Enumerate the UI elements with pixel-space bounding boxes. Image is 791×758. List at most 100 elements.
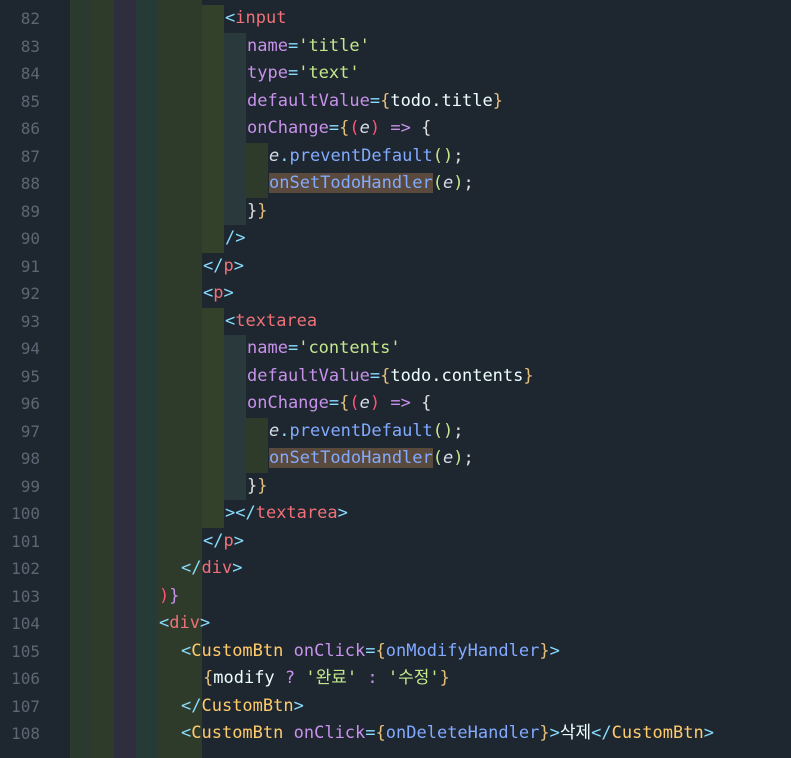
code-text: name='contents': [247, 338, 401, 358]
indent-guide-10: [246, 445, 268, 473]
indent-guide-8: [202, 197, 224, 225]
line-number: 100: [11, 504, 40, 523]
line-number: 104: [11, 614, 40, 633]
line-number: 106: [11, 669, 40, 688]
code-line: 102 </div>: [0, 555, 791, 583]
indent-guide-8: [202, 417, 224, 445]
code-lines: 82 <input 83 name='title' 84 type='text'…: [0, 0, 791, 758]
line-number: 96: [20, 394, 40, 413]
line-number: 84: [20, 64, 40, 83]
line-number: 93: [20, 311, 40, 331]
indent-guide-8: [202, 115, 224, 143]
indent-guide-10: [246, 142, 268, 170]
code-line: 93 <textarea: [0, 307, 791, 335]
indent-guide-8: [202, 142, 224, 170]
indent-guide-8: [202, 445, 224, 473]
code-text: onChange={(e) => {: [247, 118, 432, 138]
code-text: <input: [225, 8, 287, 28]
indent-guide-9: [224, 142, 246, 170]
code-text: </CustomBtn>: [181, 695, 304, 716]
line-number: 97: [20, 421, 40, 441]
code-editor[interactable]: 82 <input 83 name='title' 84 type='text'…: [0, 0, 791, 758]
indent-guide-9: [224, 115, 246, 143]
line-number: 87: [20, 146, 40, 166]
indent-guide-8: [202, 170, 224, 198]
line-number: 85: [20, 91, 40, 111]
indent-guide-9: [224, 32, 246, 60]
indent-guide-9: [224, 197, 246, 225]
code-line: 108 <CustomBtn onClick={onDeleteHandler}…: [0, 720, 791, 748]
code-line: 89 }}: [0, 197, 791, 225]
code-line: 82 <input: [0, 5, 791, 33]
indent-guide-8: [202, 472, 224, 500]
indent-guide-9: [224, 362, 246, 390]
line-number: 88: [20, 174, 40, 193]
code-text: onChange={(e) => {: [247, 393, 432, 413]
code-line: 94 name='contents': [0, 335, 791, 363]
code-text: {modify ? '완료' : '수정'}: [203, 668, 450, 688]
code-text: </div>: [181, 558, 243, 578]
code-text: defaultValue={todo.contents}: [247, 365, 534, 386]
indent-guide-9: [224, 417, 246, 445]
code-text: e.preventDefault();: [269, 420, 464, 441]
code-text: onSetTodoHandler(e);: [269, 173, 474, 193]
code-line: 101 </p>: [0, 528, 791, 556]
line-number: 91: [20, 256, 40, 276]
indent-guide-9: [224, 390, 246, 418]
code-text: <p>: [203, 283, 234, 303]
code-line: 95 defaultValue={todo.contents}: [0, 362, 791, 390]
indent-guide-9: [224, 335, 246, 363]
code-text: </p>: [203, 255, 244, 276]
code-text: }}: [247, 475, 268, 496]
code-line: 85 defaultValue={todo.title}: [0, 87, 791, 115]
line-number: 99: [20, 476, 40, 496]
code-line: 97 e.preventDefault();: [0, 417, 791, 445]
line-number: 103: [11, 586, 40, 606]
code-text: />: [225, 228, 246, 248]
code-line: 105 <CustomBtn onClick={onModifyHandler}…: [0, 638, 791, 666]
indent-guide-7: [202, 5, 224, 33]
code-line: 83 name='title': [0, 32, 791, 60]
code-text: e.preventDefault();: [269, 145, 464, 166]
line-number: 107: [11, 696, 40, 716]
code-line: 91 </p>: [0, 253, 791, 281]
code-text: }}: [247, 200, 268, 221]
line-number: 83: [20, 36, 40, 56]
code-text: name='title': [247, 35, 370, 56]
indent-guide-8: [202, 335, 224, 363]
indent-guide-8: [202, 87, 224, 115]
search-highlight: onSetTodoHandler: [269, 448, 433, 468]
code-text: <CustomBtn onClick={onDeleteHandler}>삭제<…: [181, 723, 714, 743]
code-line: 92 <p>: [0, 280, 791, 308]
code-line: 99 }}: [0, 472, 791, 500]
code-text: <textarea: [225, 310, 318, 331]
code-line: 86 onChange={(e) => {: [0, 115, 791, 143]
code-text: ></textarea>: [225, 503, 348, 523]
code-line: 88 onSetTodoHandler(e);: [0, 170, 791, 198]
code-text: onSetTodoHandler(e);: [269, 448, 474, 468]
line-number: 98: [20, 449, 40, 468]
indent-guide-9: [224, 472, 246, 500]
line-number: 90: [20, 229, 40, 248]
indent-guide-9: [224, 60, 246, 88]
line-number: 94: [20, 339, 40, 358]
code-text: <div>: [159, 613, 211, 633]
line-number: 92: [20, 284, 40, 303]
indent-guide-8: [202, 362, 224, 390]
code-line: 100 ></textarea>: [0, 500, 791, 528]
code-text: )}: [159, 585, 180, 606]
indent-guide-9: [224, 445, 246, 473]
search-highlight: onSetTodoHandler: [269, 173, 433, 193]
indent-guide-9: [224, 87, 246, 115]
code-text: defaultValue={todo.title}: [247, 90, 503, 111]
code-text: type='text': [247, 63, 360, 83]
code-line: 107 </CustomBtn>: [0, 693, 791, 721]
indent-guide-9: [224, 170, 246, 198]
code-text: <CustomBtn onClick={onModifyHandler}>: [181, 640, 560, 661]
indent-guide-8: [202, 500, 224, 528]
indent-guide-10: [246, 170, 268, 198]
line-number: 102: [11, 559, 40, 578]
line-number: 108: [11, 724, 40, 743]
indent-guide-8: [202, 60, 224, 88]
code-line: 90 />: [0, 225, 791, 253]
